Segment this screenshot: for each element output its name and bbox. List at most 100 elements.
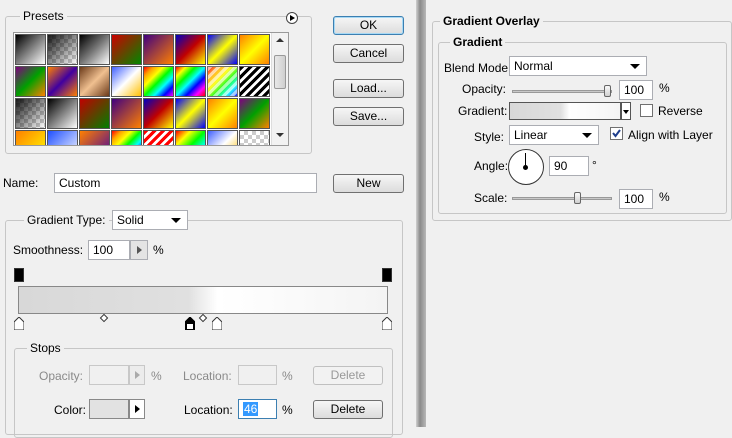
preset-swatch[interactable] — [143, 98, 174, 129]
opacity-stop-left[interactable] — [14, 268, 24, 282]
opacity-location-label: Location: — [183, 369, 232, 383]
stop-opacity-input[interactable] — [89, 365, 129, 385]
preset-swatch[interactable] — [15, 98, 46, 129]
angle-label: Angle: — [474, 159, 509, 173]
gradient-overlay-title: Gradient Overlay — [440, 14, 543, 28]
play-right-icon — [135, 371, 140, 379]
preset-swatch[interactable] — [239, 66, 270, 97]
presets-menu-icon[interactable] — [286, 12, 298, 24]
scroll-thumb[interactable] — [274, 55, 286, 89]
scroll-down-icon[interactable] — [276, 133, 284, 137]
preset-swatch[interactable] — [79, 34, 110, 65]
preset-swatch[interactable] — [15, 34, 46, 65]
style-select[interactable]: Linear — [509, 125, 599, 145]
stop-color-swatch[interactable] — [89, 399, 129, 419]
preset-swatch[interactable] — [47, 66, 78, 97]
preset-swatch[interactable] — [207, 130, 238, 145]
preset-swatch[interactable] — [111, 98, 142, 129]
chevron-down-icon — [171, 218, 181, 223]
opacity-slider-thumb[interactable] — [604, 85, 611, 97]
preset-swatch[interactable] — [47, 34, 78, 65]
opacity-location-input[interactable] — [238, 365, 277, 385]
presets-scrollbar[interactable] — [271, 33, 288, 145]
preset-swatch[interactable] — [79, 66, 110, 97]
load-button[interactable]: Load... — [333, 79, 404, 98]
preset-swatch[interactable] — [79, 98, 110, 129]
preset-swatch[interactable] — [207, 98, 238, 129]
preset-swatch[interactable] — [15, 66, 46, 97]
cancel-button[interactable]: Cancel — [333, 44, 404, 63]
play-right-icon — [135, 405, 140, 413]
chevron-down-icon — [582, 133, 592, 138]
gradient-picker[interactable] — [509, 102, 621, 120]
angle-dial[interactable] — [508, 149, 544, 185]
opacity-unit: % — [659, 81, 670, 95]
gradient-picker-dropdown[interactable] — [621, 102, 631, 120]
preset-swatch[interactable] — [47, 98, 78, 129]
stop-color-menu[interactable] — [129, 399, 145, 419]
preset-swatch[interactable] — [239, 98, 270, 129]
color-stop[interactable] — [13, 316, 25, 331]
preset-swatch[interactable] — [143, 34, 174, 65]
color-delete-button[interactable]: Delete — [313, 400, 383, 419]
reverse-label: Reverse — [658, 104, 703, 118]
blend-mode-value: Normal — [514, 59, 553, 73]
preset-swatch[interactable] — [15, 130, 46, 145]
scroll-up-icon[interactable] — [276, 38, 284, 42]
save-button[interactable]: Save... — [333, 107, 404, 126]
ok-button[interactable]: OK — [333, 16, 404, 35]
color-stop[interactable] — [211, 316, 223, 331]
smoothness-input[interactable]: 100 — [88, 240, 130, 260]
scale-input[interactable]: 100 — [619, 189, 653, 209]
color-stop[interactable] — [381, 316, 393, 331]
smoothness-label: Smoothness: — [13, 243, 84, 257]
gradient-type-value: Solid — [117, 213, 144, 227]
preset-swatch[interactable] — [207, 34, 238, 65]
preset-swatch[interactable] — [239, 130, 270, 145]
angle-dial-center — [523, 165, 528, 170]
gradient-editor-panel: Presets OK Cancel Load... Save... Name: … — [0, 0, 416, 438]
style-label: Style: — [474, 130, 505, 144]
new-button[interactable]: New — [333, 174, 404, 193]
preset-swatch[interactable] — [111, 66, 142, 97]
gradient-preview-bar[interactable] — [18, 286, 388, 314]
scale-slider-thumb[interactable] — [573, 192, 581, 204]
presets-label: Presets — [20, 9, 67, 23]
color-location-input[interactable]: 46 — [238, 399, 277, 419]
stops-label: Stops — [27, 341, 64, 355]
scale-slider[interactable] — [512, 192, 612, 204]
color-stop-selected[interactable] — [184, 316, 196, 331]
stops-group — [14, 348, 393, 438]
opacity-delete-button[interactable]: Delete — [313, 366, 383, 385]
gradient-type-select[interactable]: Solid — [112, 210, 188, 230]
preset-swatch[interactable] — [143, 66, 174, 97]
preset-swatch[interactable] — [175, 66, 206, 97]
preset-swatch[interactable] — [207, 66, 238, 97]
opacity-location-unit: % — [282, 369, 293, 383]
preset-swatch[interactable] — [47, 130, 78, 145]
preset-swatch[interactable] — [79, 130, 110, 145]
preset-swatch[interactable] — [143, 130, 174, 145]
color-location-label: Location: — [184, 403, 233, 417]
blend-mode-select[interactable]: Normal — [509, 56, 647, 76]
angle-input[interactable]: 90 — [549, 156, 589, 176]
opacity-input[interactable]: 100 — [619, 80, 653, 100]
preset-swatch[interactable] — [175, 130, 206, 145]
blend-mode-label: Blend Mode: — [444, 61, 512, 75]
align-checkbox[interactable] — [610, 127, 623, 140]
smoothness-stepper[interactable] — [130, 240, 148, 260]
angle-unit: ° — [592, 158, 597, 172]
opacity-stop-right[interactable] — [382, 268, 392, 282]
preset-swatch[interactable] — [175, 34, 206, 65]
preset-swatch[interactable] — [239, 34, 270, 65]
reverse-checkbox[interactable] — [640, 104, 653, 117]
stop-opacity-stepper[interactable] — [129, 365, 145, 385]
preset-swatch[interactable] — [175, 98, 206, 129]
preset-swatch[interactable] — [111, 130, 142, 145]
opacity-label: Opacity: — [462, 82, 507, 96]
name-input[interactable]: Custom — [54, 173, 317, 193]
opacity-slider[interactable] — [512, 85, 612, 97]
preset-swatch[interactable] — [111, 34, 142, 65]
scale-label: Scale: — [474, 191, 508, 205]
chevron-down-icon — [623, 110, 629, 114]
